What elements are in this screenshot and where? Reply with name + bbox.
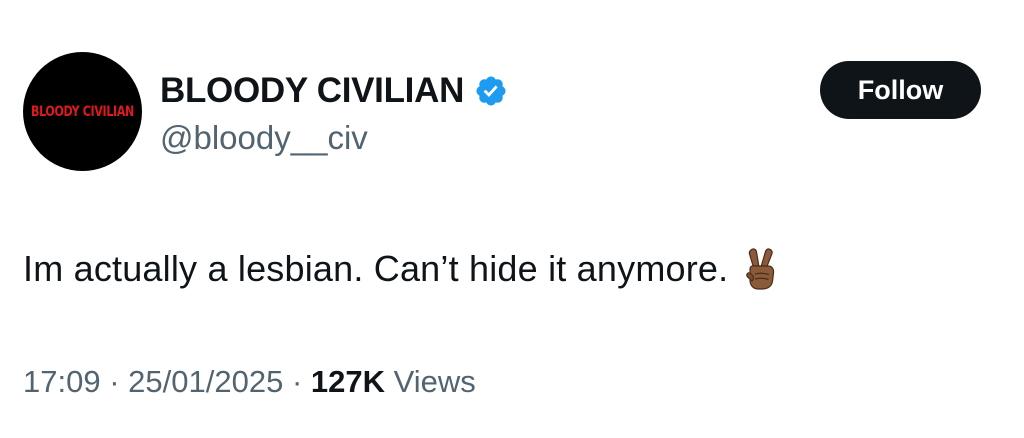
author-handle[interactable]: @bloody__civ xyxy=(160,119,368,157)
avatar[interactable]: BLOODY CIVILIAN xyxy=(23,52,142,171)
tweet-card: BLOODY CIVILIAN BLOODY CIVILIAN @bloody_… xyxy=(0,0,1024,438)
meta-separator: · xyxy=(109,364,120,399)
tweet-date[interactable]: 25/01/2025 xyxy=(128,364,283,399)
views-label: Views xyxy=(393,364,476,399)
victory-hand-icon xyxy=(746,248,775,290)
tweet-body: Im actually a lesbian. Can’t hide it any… xyxy=(23,248,729,289)
tweet-text: Im actually a lesbian. Can’t hide it any… xyxy=(23,247,780,291)
tweet-time[interactable]: 17:09 xyxy=(23,364,101,399)
display-name[interactable]: BLOODY CIVILIAN xyxy=(160,71,464,111)
author-name-row: BLOODY CIVILIAN xyxy=(160,70,508,112)
tweet-meta: 17:09 · 25/01/2025 · 127K Views xyxy=(23,364,476,400)
verified-badge-icon xyxy=(476,76,506,106)
meta-separator: · xyxy=(291,364,303,399)
views-count: 127K xyxy=(310,364,385,399)
avatar-logo-text: BLOODY CIVILIAN xyxy=(31,103,134,120)
follow-button[interactable]: Follow xyxy=(820,61,981,119)
